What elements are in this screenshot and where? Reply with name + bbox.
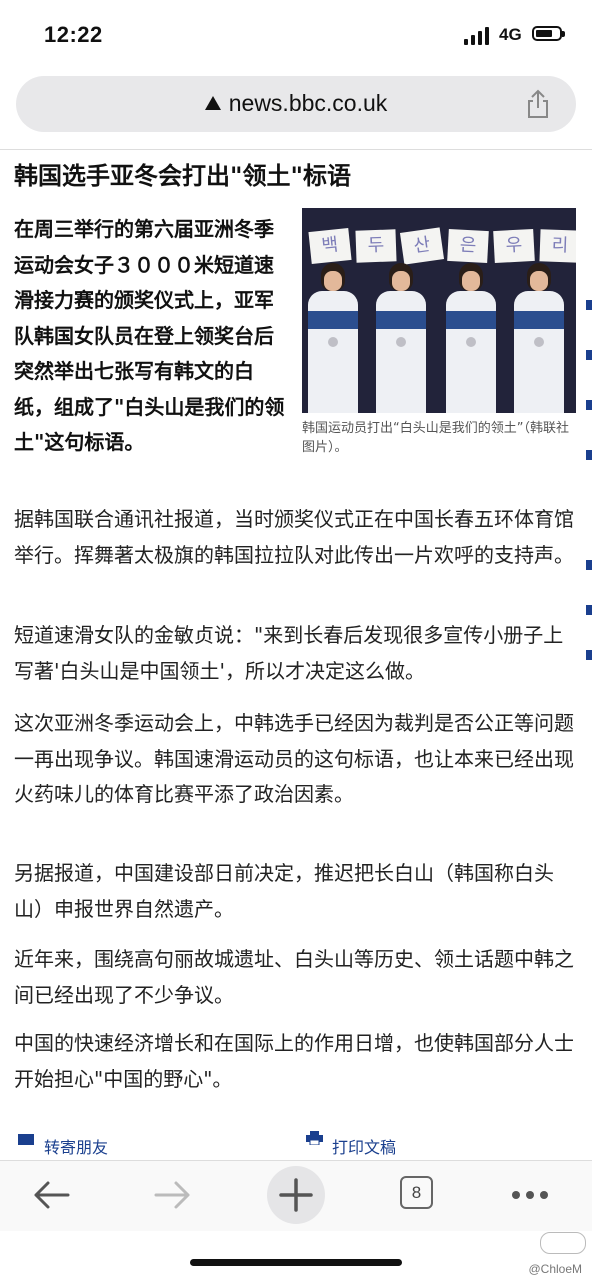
address-text-wrap: news.bbc.co.uk xyxy=(16,90,576,117)
forward-link[interactable]: 转寄朋友 xyxy=(44,1134,108,1158)
back-icon[interactable] xyxy=(28,1175,76,1215)
forward-icon[interactable] xyxy=(148,1175,196,1215)
article-footer-links: 转寄朋友 打印文稿 xyxy=(18,1130,578,1160)
more-icon[interactable] xyxy=(506,1175,554,1215)
article-paragraph: 另据报道，中国建设部日前决定，推迟把长白山（韩国称白头山）申报世界自然遗产。 xyxy=(14,861,554,921)
article-figure: 백 두 산 은 우 리 韩国运动员打出“白头山是我们的领土”（韩联社图片）。 xyxy=(302,208,578,457)
network-type: 4G xyxy=(499,25,522,44)
header-divider xyxy=(0,149,592,150)
banner-char: 리 xyxy=(551,234,569,257)
article-title: 韩国选手亚冬会打出"领土"标语 xyxy=(14,162,352,190)
sidebar-edge xyxy=(584,230,592,680)
article-photo: 백 두 산 은 우 리 xyxy=(302,208,576,413)
athlete-figure xyxy=(510,263,568,413)
share-icon[interactable] xyxy=(524,88,552,120)
photo-caption: 韩国运动员打出“白头山是我们的领土”（韩联社图片）。 xyxy=(302,421,569,455)
article-paragraph: 近年来，围绕高句丽故城遗址、白头山等历史、领土话题中韩之间已经出现了不少争议。 xyxy=(14,947,574,1007)
athlete-figure xyxy=(304,263,362,413)
plus-icon xyxy=(279,1178,313,1212)
status-time: 12:22 xyxy=(44,22,103,47)
article-lead: 在周三举行的第六届亚洲冬季运动会女子３０００米短道速滑接力赛的颁奖仪式上，亚军队… xyxy=(14,217,285,454)
article-paragraph: 中国的快速经济增长和在国际上的作用日增，也使韩国部分人士开始担心"中国的野心"。 xyxy=(14,1031,574,1091)
banner-char: 산 xyxy=(412,233,432,258)
article-paragraph: 短道速滑女队的金敏贞说："来到长春后发现很多宣传小册子上写著'白头山是中国领土'… xyxy=(14,623,564,683)
status-bar: 12:22 4G xyxy=(0,0,592,70)
banner-char: 우 xyxy=(505,234,523,257)
new-tab-button[interactable] xyxy=(267,1166,325,1224)
photo-banner: 백 두 산 은 우 리 xyxy=(308,218,576,265)
article-paragraph: 这次亚洲冬季运动会上，中韩选手已经因为裁判是否公正等问题一再出现争议。韩国速滑运… xyxy=(14,711,574,806)
signal-icon xyxy=(464,27,494,45)
watermark: @ChloeM xyxy=(528,1262,582,1276)
athlete-figure xyxy=(372,263,430,413)
print-link[interactable]: 打印文稿 xyxy=(332,1134,396,1158)
banner-char: 은 xyxy=(459,234,477,257)
tab-switcher-button[interactable]: 8 xyxy=(400,1176,433,1209)
banner-char: 백 xyxy=(320,234,340,257)
article-paragraph: 据韩国联合通讯社报道，当时颁奖仪式正在中国长春五环体育馆举行。挥舞著太极旗的韩国… xyxy=(14,507,574,567)
banner-char: 두 xyxy=(367,234,385,257)
athlete-figure xyxy=(442,263,500,413)
mail-icon xyxy=(18,1134,34,1145)
not-secure-warning-icon xyxy=(204,96,221,110)
browser-toolbar: 8 xyxy=(0,1160,592,1231)
home-indicator[interactable] xyxy=(190,1259,402,1266)
printer-icon xyxy=(306,1131,323,1145)
address-bar[interactable]: news.bbc.co.uk xyxy=(16,76,576,132)
battery-icon xyxy=(532,26,565,41)
address-url: news.bbc.co.uk xyxy=(228,90,388,116)
watermark-logo xyxy=(540,1232,586,1254)
